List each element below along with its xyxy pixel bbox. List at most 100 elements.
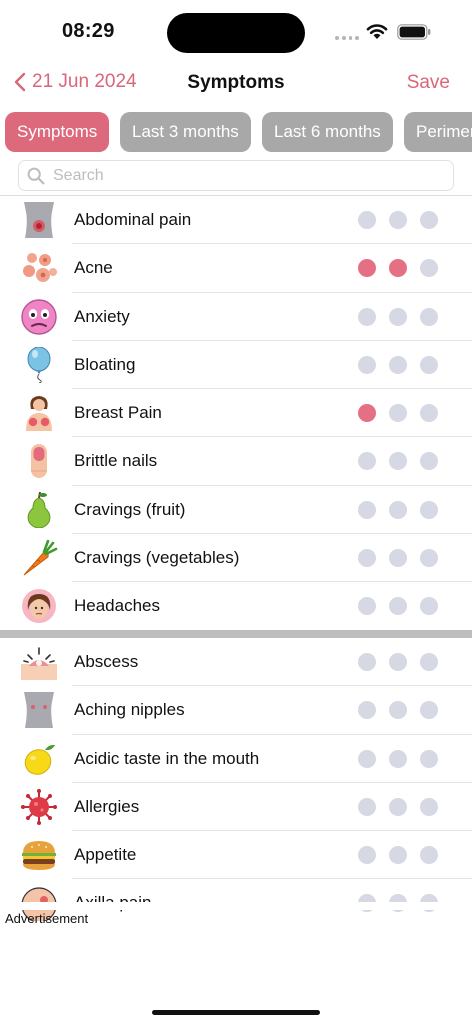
- chevron-left-icon: [14, 72, 26, 92]
- tab-perimenopause[interactable]: Perimen: [404, 112, 472, 152]
- symptom-list-all: Abscess Aching nipples Acidic taste in t…: [0, 638, 472, 928]
- severity-dot-2[interactable]: [389, 355, 407, 374]
- symptom-label: Headaches: [74, 596, 161, 616]
- symptom-label: Abscess: [74, 652, 139, 671]
- severity-dot-1[interactable]: [358, 797, 376, 816]
- severity-dots: [358, 307, 438, 326]
- severity-dot-1[interactable]: [358, 500, 376, 519]
- abdomen-icon: [24, 202, 54, 238]
- severity-dot-3[interactable]: [420, 846, 438, 865]
- severity-dots: [358, 211, 438, 229]
- severity-dot-1[interactable]: [358, 549, 376, 568]
- search-box: [18, 160, 454, 191]
- severity-dot-1[interactable]: [358, 749, 376, 768]
- severity-dot-1[interactable]: [358, 653, 376, 671]
- symptom-row-aching-nipples[interactable]: Aching nipples: [0, 686, 472, 735]
- symptom-list-tracked: Abdominal pain Acne Anxiety Bloating Bre…: [0, 196, 472, 631]
- symptom-row-appetite[interactable]: Appetite: [0, 831, 472, 880]
- severity-dot-2[interactable]: [389, 653, 407, 671]
- severity-dot-1[interactable]: [358, 597, 376, 616]
- symptom-row-cravings-vegetables[interactable]: Cravings (vegetables): [0, 534, 472, 583]
- severity-dot-1[interactable]: [358, 259, 376, 278]
- severity-dot-3[interactable]: [420, 549, 438, 568]
- torso-icon: [24, 692, 54, 729]
- symptom-label: Allergies: [74, 796, 140, 816]
- tab-last-3-months[interactable]: Last 3 months: [120, 112, 251, 152]
- symptom-label: Cravings (vegetables): [74, 548, 240, 568]
- symptom-row-allergies[interactable]: Allergies: [0, 783, 472, 832]
- severity-dot-3[interactable]: [420, 597, 438, 616]
- severity-dots: [358, 797, 438, 816]
- symptom-row-breast-pain[interactable]: Breast Pain: [0, 389, 472, 438]
- symptom-label: Abdominal pain: [74, 210, 192, 229]
- symptom-row-abdominal-pain[interactable]: Abdominal pain: [0, 196, 472, 245]
- burger-icon: [22, 841, 56, 871]
- save-button[interactable]: Save: [407, 72, 450, 94]
- home-indicator[interactable]: [152, 1010, 320, 1015]
- severity-dots: [358, 259, 438, 278]
- severity-dot-3[interactable]: [420, 500, 438, 519]
- severity-dot-3[interactable]: [420, 653, 438, 671]
- symptom-row-cravings-fruit[interactable]: Cravings (fruit): [0, 486, 472, 535]
- severity-dot-2[interactable]: [389, 749, 407, 768]
- advertisement-label: Advertisement: [5, 911, 89, 926]
- severity-dot-3[interactable]: [420, 749, 438, 768]
- symptom-row-acidic-taste[interactable]: Acidic taste in the mouth: [0, 735, 472, 783]
- back-button[interactable]: 21 Jun 2024: [14, 71, 137, 93]
- headache-face-icon: [22, 589, 56, 624]
- severity-dot-1[interactable]: [358, 355, 376, 374]
- severity-dot-1[interactable]: [358, 701, 376, 720]
- back-date-label: 21 Jun 2024: [32, 71, 137, 92]
- severity-dot-3[interactable]: [420, 797, 438, 816]
- severity-dot-3[interactable]: [420, 404, 438, 423]
- severity-dot-2[interactable]: [389, 846, 407, 865]
- severity-dots: [358, 597, 438, 616]
- battery-icon: [397, 24, 431, 40]
- severity-dot-2[interactable]: [389, 701, 407, 720]
- severity-dot-3[interactable]: [420, 452, 438, 471]
- severity-dot-3[interactable]: [420, 211, 438, 229]
- symptom-row-anxiety[interactable]: Anxiety: [0, 293, 472, 341]
- severity-dot-1[interactable]: [358, 211, 376, 229]
- symptom-label: Cravings (fruit): [74, 499, 186, 519]
- symptom-label: Anxiety: [74, 306, 130, 326]
- tab-symptoms[interactable]: Symptoms: [5, 112, 110, 152]
- severity-dot-3[interactable]: [420, 701, 438, 720]
- severity-dot-2[interactable]: [389, 500, 407, 519]
- acne-icon: [23, 253, 57, 283]
- symptom-label: Acidic taste in the mouth: [74, 748, 260, 768]
- severity-dot-2[interactable]: [389, 211, 407, 229]
- severity-dot-3[interactable]: [420, 355, 438, 374]
- severity-dot-2[interactable]: [389, 259, 407, 278]
- severity-dot-2[interactable]: [389, 597, 407, 616]
- severity-dot-1[interactable]: [358, 452, 376, 471]
- abscess-icon: [21, 647, 57, 680]
- severity-dots: [358, 701, 438, 720]
- symptom-row-bloating[interactable]: Bloating: [0, 341, 472, 390]
- severity-dot-2[interactable]: [389, 797, 407, 816]
- severity-dot-2[interactable]: [389, 404, 407, 423]
- severity-dot-1[interactable]: [358, 307, 376, 326]
- severity-dot-1[interactable]: [358, 846, 376, 865]
- symptom-row-headaches[interactable]: Headaches: [0, 582, 472, 630]
- finger-nail-icon: [31, 444, 47, 479]
- symptom-row-abscess[interactable]: Abscess: [0, 638, 472, 687]
- symptom-row-brittle-nails[interactable]: Brittle nails: [0, 437, 472, 486]
- severity-dot-1[interactable]: [358, 404, 376, 423]
- tab-last-6-months[interactable]: Last 6 months: [262, 112, 393, 152]
- severity-dot-3[interactable]: [420, 307, 438, 326]
- severity-dots: [358, 404, 438, 423]
- status-bar: 08:29: [0, 0, 472, 62]
- symptom-label: Bloating: [74, 354, 136, 374]
- severity-dot-2[interactable]: [389, 452, 407, 471]
- symptom-label: Appetite: [74, 845, 137, 865]
- dynamic-island: [167, 13, 305, 53]
- severity-dot-3[interactable]: [420, 259, 438, 278]
- severity-dot-2[interactable]: [389, 307, 407, 326]
- anxious-face-icon: [21, 298, 57, 335]
- severity-dots: [358, 653, 438, 671]
- severity-dot-2[interactable]: [389, 549, 407, 568]
- search-input[interactable]: [53, 163, 443, 189]
- symptom-label: Brittle nails: [74, 451, 158, 471]
- symptom-row-acne[interactable]: Acne: [0, 244, 472, 293]
